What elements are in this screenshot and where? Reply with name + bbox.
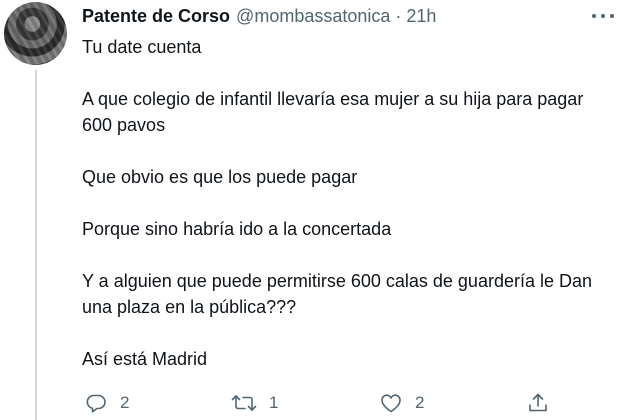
reply-icon [86,394,106,413]
reply-count: 2 [120,393,130,412]
retweet-count: 1 [269,393,279,412]
more-button[interactable] [592,8,614,24]
tweet-paragraph: Y a alguien que puede permitirse 600 cal… [82,271,593,317]
header-separator: · [395,6,402,26]
author-handle[interactable]: @mombassatonica [236,4,390,28]
more-icon [592,14,596,18]
retweet-icon [231,395,257,411]
reply-button[interactable]: 2 [84,390,129,416]
tweet-paragraph: Que obvio es que los puede pagar [82,167,358,187]
avatar[interactable] [4,2,67,65]
tweet-paragraph: A que colegio de infantil llevaría esa m… [82,89,584,135]
retweet-button[interactable]: 1 [231,390,278,416]
tweet-text: Tu date cuenta A que colegio de infantil… [82,34,612,372]
tweet-paragraph: Así está Madrid [82,349,208,369]
like-count: 2 [415,393,425,412]
share-button[interactable] [526,390,550,416]
tweet-paragraph: Tu date cuenta [82,37,202,57]
more-icon-dot [601,14,605,18]
share-icon [529,393,547,412]
tweet-paragraph: Porque sino habría ido a la concertada [82,219,392,239]
like-button[interactable]: 2 [379,390,424,416]
tweet-header: Patente de Corso @mombassatonica · 21h [82,4,436,28]
more-icon-dot [610,14,614,18]
heart-icon [381,394,401,413]
timestamp[interactable]: 21h [406,4,436,28]
thread-line [35,70,37,420]
action-bar: 2 1 2 [0,390,624,416]
author-name[interactable]: Patente de Corso [82,4,230,28]
